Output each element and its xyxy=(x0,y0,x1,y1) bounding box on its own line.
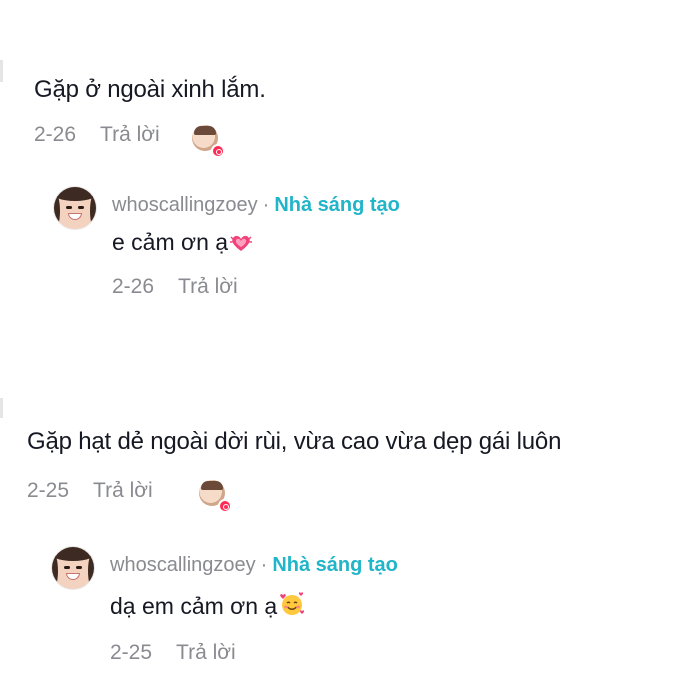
comment-meta: 2-26 Trả lời xyxy=(34,123,160,147)
comment-meta: 2-25 Trả lời xyxy=(27,479,153,503)
username-link[interactable]: whoscallingzoey xyxy=(112,194,258,217)
creator-badge: Nhà sáng tạo xyxy=(272,554,398,576)
separator-dot: · xyxy=(260,554,268,576)
reply-button[interactable]: Trả lời xyxy=(100,123,160,147)
reply-date: 2-25 xyxy=(110,641,153,664)
heart-icon xyxy=(218,499,232,513)
creator-liked-icon xyxy=(192,125,225,158)
growing-heart-icon xyxy=(230,233,253,253)
separator-dot: · xyxy=(262,194,270,216)
reply-text-content: dạ em cảm ơn ạ xyxy=(110,593,278,619)
comment-text: Gặp ở ngoài xinh lắm. xyxy=(34,76,266,103)
username-link[interactable]: whoscallingzoey xyxy=(110,554,256,577)
comment-date: 2-25 xyxy=(27,479,70,502)
comment-date: 2-26 xyxy=(34,123,77,146)
creator-liked-icon xyxy=(199,480,232,513)
reply-button[interactable]: Trả lời xyxy=(178,275,238,299)
scroll-edge-marker xyxy=(0,398,3,418)
comment-text: Gặp hạt dẻ ngoài dời rùi, vừa cao vừa dẹ… xyxy=(27,428,562,455)
reply-text-content: e cảm ơn ạ xyxy=(112,229,229,255)
reply-button[interactable]: Trả lời xyxy=(93,479,153,503)
reply-meta: 2-26 Trả lời xyxy=(112,275,238,299)
reply-meta: 2-25 Trả lời xyxy=(110,641,236,665)
reply-text: e cảm ơn ạ xyxy=(112,229,253,256)
scroll-edge-marker xyxy=(0,60,3,82)
avatar[interactable] xyxy=(53,186,97,230)
reply-date: 2-26 xyxy=(112,275,155,298)
reply-text: dạ em cảm ơn ạ xyxy=(110,591,305,620)
avatar[interactable] xyxy=(51,546,95,590)
reply-button[interactable]: Trả lời xyxy=(176,641,236,665)
smiling-face-with-hearts-icon xyxy=(279,591,305,617)
reply-header: whoscallingzoey · Nhà sáng tạo xyxy=(112,194,400,217)
heart-icon xyxy=(211,144,225,158)
creator-badge: Nhà sáng tạo xyxy=(274,194,400,216)
reply-header: whoscallingzoey · Nhà sáng tạo xyxy=(110,554,398,577)
